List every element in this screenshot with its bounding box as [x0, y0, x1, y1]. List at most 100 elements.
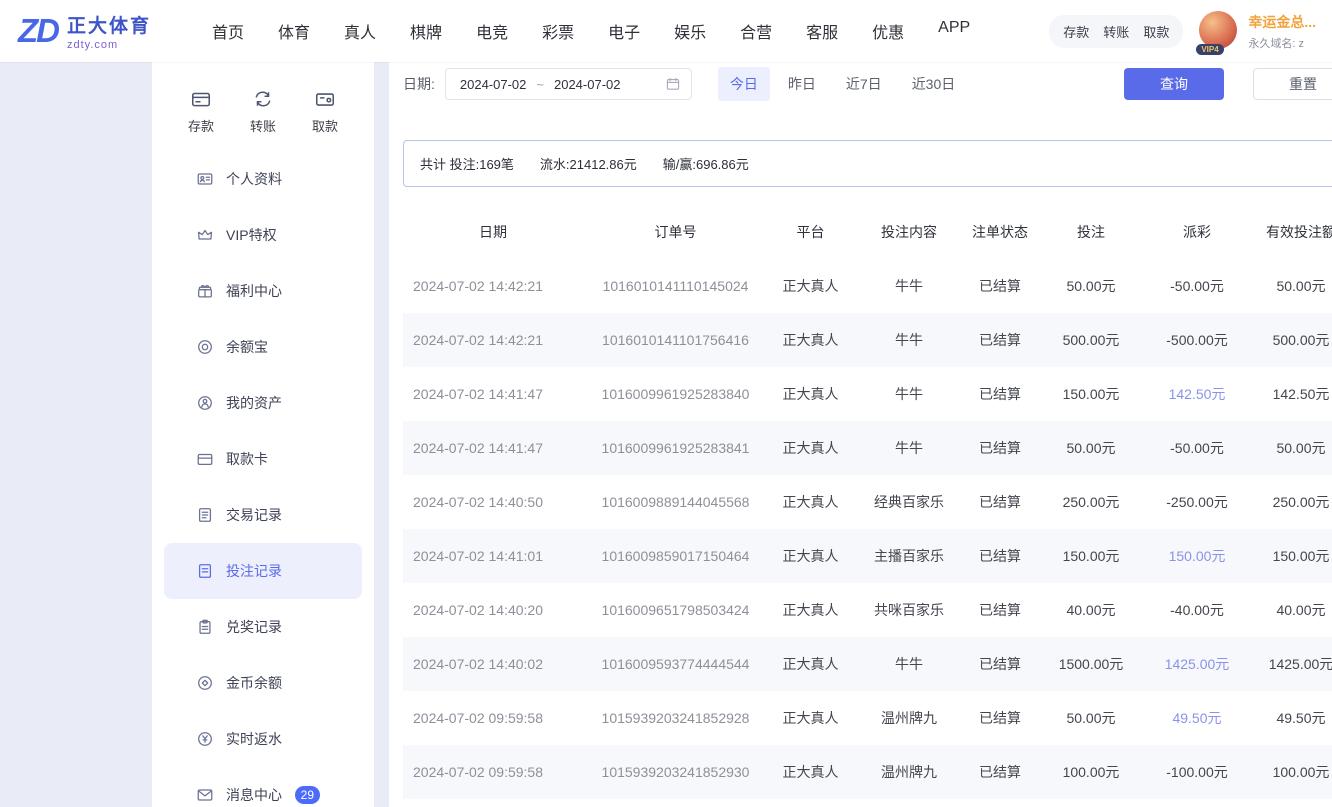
column-header: 投注 — [1035, 222, 1147, 242]
nav-item-优惠[interactable]: 优惠 — [872, 19, 904, 43]
cell-status: 已结算 — [965, 708, 1035, 728]
table-row[interactable]: 2024-07-02 14:42:21 1016010141110145024 … — [403, 259, 1332, 313]
sidebar-quick-actions: 存款 转账 取款 — [152, 62, 374, 141]
sidebar-item-消息中心[interactable]: 消息中心 29 — [152, 767, 374, 807]
table-row[interactable]: 2024-07-02 14:41:01 1016009859017150464 … — [403, 529, 1332, 583]
date-range-preset-昨日[interactable]: 昨日 — [776, 67, 828, 101]
site-logo[interactable]: ZD 正大体育 zdty.com — [18, 11, 188, 51]
menu-label: 实时返水 — [226, 729, 282, 749]
cell-bet-content: 温州牌九 — [853, 762, 965, 782]
menu-label: 个人资料 — [226, 169, 282, 189]
crown-icon — [196, 226, 214, 244]
cell-status: 已结算 — [965, 330, 1035, 350]
nav-item-APP[interactable]: APP — [938, 19, 970, 43]
menu-label: 投注记录 — [226, 561, 282, 581]
cell-status: 已结算 — [965, 600, 1035, 620]
cell-platform: 正大真人 — [768, 546, 853, 566]
action-label: 取款 — [312, 116, 338, 135]
card-icon — [196, 450, 214, 468]
cell-order-number: 1016009961925283841 — [583, 440, 768, 456]
date-from[interactable]: 2024-07-02 — [460, 77, 527, 92]
sidebar-item-VIP特权[interactable]: VIP特权 — [152, 207, 374, 263]
gift-icon — [196, 282, 214, 300]
nav-item-首页[interactable]: 首页 — [212, 19, 244, 43]
quick-link-转账[interactable]: 转账 — [1103, 22, 1129, 41]
top-header: ZD 正大体育 zdty.com 首页 体育 真人 棋牌 电竞 彩票 电子 娱乐 合营 客服 优惠 A… — [0, 0, 1332, 62]
table-body: 2024-07-02 14:42:21 1016010141110145024 … — [403, 259, 1332, 799]
cell-bet-content: 牛牛 — [853, 330, 965, 350]
cell-status: 已结算 — [965, 654, 1035, 674]
date-to[interactable]: 2024-07-02 — [554, 77, 621, 92]
user-cluster[interactable]: VIP4 幸运金总... 永久域名: z — [1199, 11, 1316, 51]
sidebar-action-存款[interactable]: 存款 — [188, 88, 214, 135]
sidebar-item-交易记录[interactable]: 交易记录 — [152, 487, 374, 543]
nav-item-娱乐[interactable]: 娱乐 — [674, 19, 706, 43]
cell-payout: -250.00元 — [1147, 492, 1247, 512]
sidebar-action-转账[interactable]: 转账 — [250, 88, 276, 135]
table-row[interactable]: 2024-07-02 14:40:20 1016009651798503424 … — [403, 583, 1332, 637]
sidebar-item-余额宝[interactable]: 余额宝 — [152, 319, 374, 375]
table-row[interactable]: 2024-07-02 14:40:50 1016009889144045568 … — [403, 475, 1332, 529]
date-range-input[interactable]: 2024-07-02 ~ 2024-07-02 — [445, 68, 692, 100]
table-row[interactable]: 2024-07-02 14:41:47 1016009961925283841 … — [403, 421, 1332, 475]
reset-button[interactable]: 重置 — [1253, 68, 1332, 100]
sidebar-item-金币余额[interactable]: 金币余额 — [152, 655, 374, 711]
date-range-preset-近7日[interactable]: 近7日 — [834, 67, 894, 101]
cell-order-number: 1015939203241852928 — [583, 710, 768, 726]
cell-bet-content: 经典百家乐 — [853, 492, 965, 512]
cell-bet-amount: 50.00元 — [1035, 708, 1147, 728]
sidebar-item-实时返水[interactable]: 实时返水 — [152, 711, 374, 767]
brand-name: 正大体育 — [67, 11, 151, 38]
table-row[interactable]: 2024-07-02 09:59:58 1015939203241852930 … — [403, 745, 1332, 799]
withdraw-icon — [314, 88, 336, 110]
cell-platform: 正大真人 — [768, 438, 853, 458]
summary-total: 共计 投注:169笔 — [420, 154, 514, 173]
sidebar-item-福利中心[interactable]: 福利中心 — [152, 263, 374, 319]
nav-item-彩票[interactable]: 彩票 — [542, 19, 574, 43]
sidebar-item-我的资产[interactable]: 我的资产 — [152, 375, 374, 431]
date-range-presets: 今日昨日近7日近30日 — [718, 67, 967, 101]
sidebar-item-个人资料[interactable]: 个人资料 — [152, 151, 374, 207]
main-nav: 首页 体育 真人 棋牌 电竞 彩票 电子 娱乐 合营 客服 优惠 APP — [212, 19, 970, 43]
cell-platform: 正大真人 — [768, 708, 853, 728]
date-range-preset-近30日[interactable]: 近30日 — [900, 67, 968, 101]
cell-bet-content: 牛牛 — [853, 276, 965, 296]
cell-platform: 正大真人 — [768, 276, 853, 296]
sidebar-item-投注记录[interactable]: 投注记录 — [164, 543, 362, 599]
cell-bet-content: 牛牛 — [853, 654, 965, 674]
nav-item-客服[interactable]: 客服 — [806, 19, 838, 43]
cell-payout: -50.00元 — [1147, 276, 1247, 296]
sidebar-item-取款卡[interactable]: 取款卡 — [152, 431, 374, 487]
nav-item-棋牌[interactable]: 棋牌 — [410, 19, 442, 43]
query-button[interactable]: 查询 — [1124, 68, 1224, 100]
quick-link-存款[interactable]: 存款 — [1063, 22, 1089, 41]
unread-badge: 29 — [295, 786, 320, 804]
nav-item-真人[interactable]: 真人 — [344, 19, 376, 43]
bet-records-table: 日期订单号平台投注内容注单状态投注派彩有效投注额 2024-07-02 14:4… — [403, 205, 1332, 799]
cell-date: 2024-07-02 14:41:47 — [403, 386, 583, 402]
menu-label: VIP特权 — [226, 225, 277, 245]
cell-valid-amount: 500.00元 — [1247, 330, 1332, 350]
table-row[interactable]: 2024-07-02 14:41:47 1016009961925283840 … — [403, 367, 1332, 421]
cell-valid-amount: 1425.00元 — [1247, 654, 1332, 674]
cell-bet-content: 共咪百家乐 — [853, 600, 965, 620]
nav-item-合营[interactable]: 合营 — [740, 19, 772, 43]
nav-item-体育[interactable]: 体育 — [278, 19, 310, 43]
nav-item-电竞[interactable]: 电竞 — [476, 19, 508, 43]
cell-payout: 142.50元 — [1147, 384, 1247, 404]
calendar-icon[interactable] — [665, 76, 681, 92]
nav-item-电子[interactable]: 电子 — [608, 19, 640, 43]
cell-bet-content: 主播百家乐 — [853, 546, 965, 566]
table-row[interactable]: 2024-07-02 14:42:21 1016010141101756416 … — [403, 313, 1332, 367]
sidebar-action-取款[interactable]: 取款 — [312, 88, 338, 135]
table-row[interactable]: 2024-07-02 09:59:58 1015939203241852928 … — [403, 691, 1332, 745]
header-quick-links: 存款转账取款 — [1049, 15, 1183, 48]
date-range-preset-今日[interactable]: 今日 — [718, 67, 770, 101]
cell-order-number: 1016010141110145024 — [583, 278, 768, 294]
table-row[interactable]: 2024-07-02 14:40:02 1016009593774444544 … — [403, 637, 1332, 691]
cell-bet-amount: 150.00元 — [1035, 384, 1147, 404]
date-separator: ~ — [536, 77, 544, 92]
cell-bet-content: 牛牛 — [853, 438, 965, 458]
quick-link-取款[interactable]: 取款 — [1143, 22, 1169, 41]
sidebar-item-兑奖记录[interactable]: 兑奖记录 — [152, 599, 374, 655]
